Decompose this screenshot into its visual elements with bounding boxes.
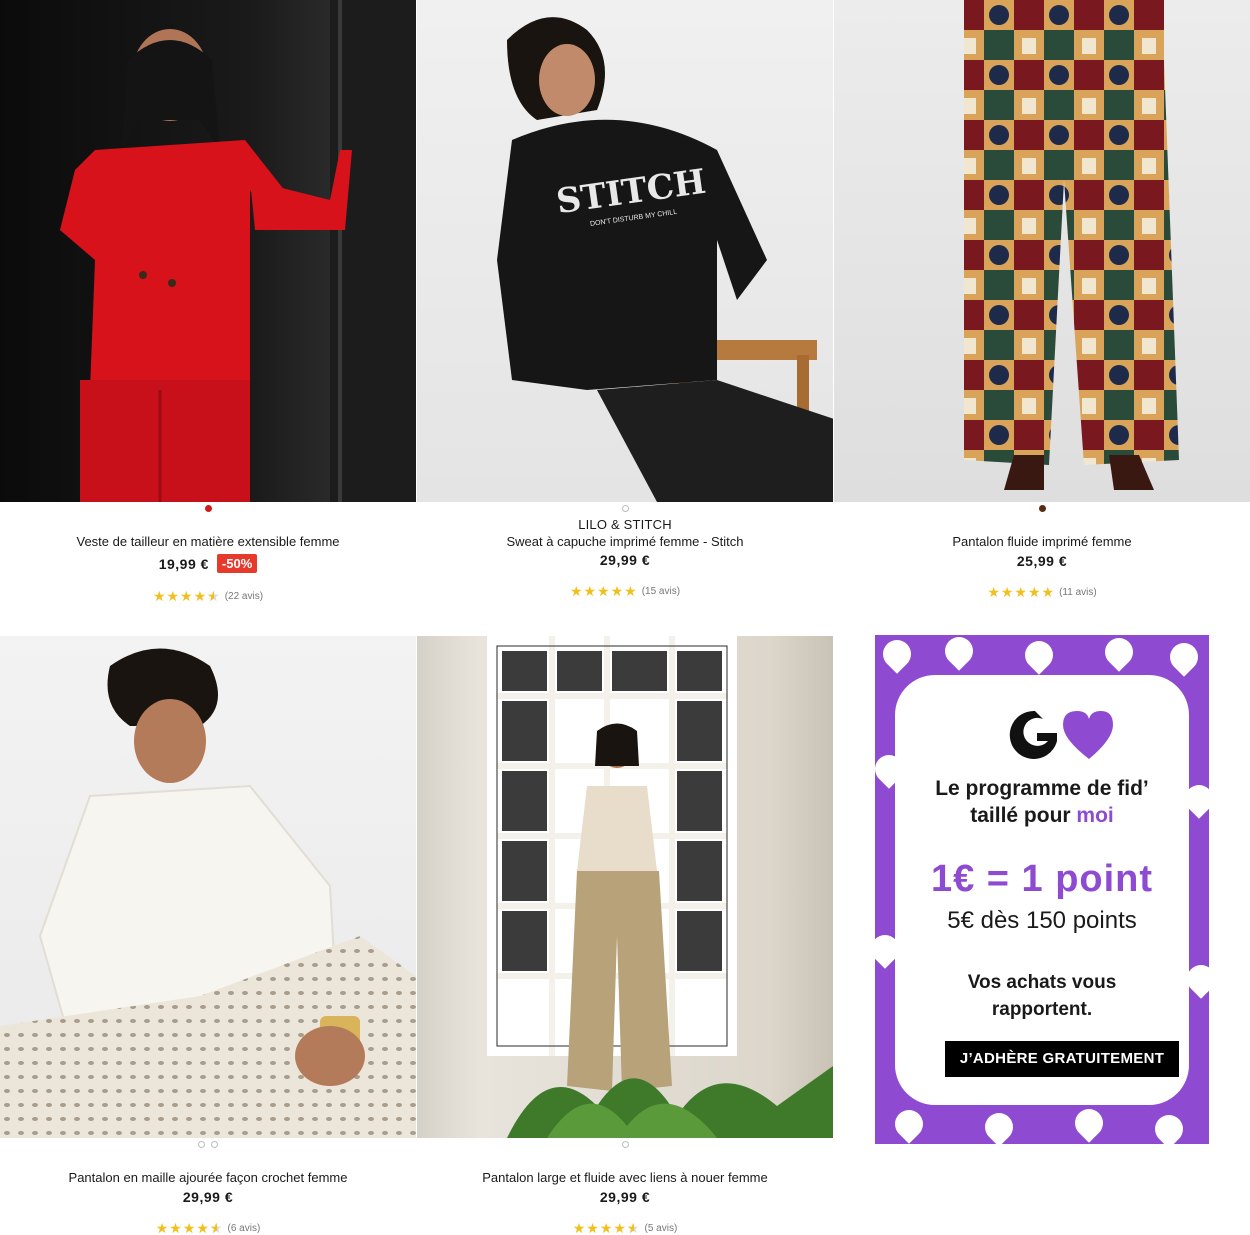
product-photo-illustration bbox=[487, 636, 833, 1138]
loyalty-tagline: Le programme de fid’ taillé pour moi bbox=[895, 775, 1189, 829]
product-image[interactable] bbox=[0, 0, 416, 502]
discount-badge: -50% bbox=[216, 554, 258, 573]
product-image[interactable] bbox=[0, 636, 416, 1138]
earn-line2: rapportent. bbox=[991, 999, 1093, 1020]
rating-stars: ★★★★★ bbox=[156, 1220, 224, 1235]
heart-decoration bbox=[1164, 637, 1204, 677]
tagline-line2-start: taillé pour bbox=[970, 804, 1077, 827]
product-brand[interactable]: LILO & STITCH bbox=[417, 517, 833, 532]
product-rating[interactable]: ★★★★★ (22 avis) bbox=[0, 588, 416, 605]
rating-stars: ★★★★★ bbox=[987, 584, 1056, 600]
heart-decoration bbox=[1149, 1109, 1189, 1144]
earn-message: Vos achats vous rapportent. bbox=[895, 969, 1189, 1023]
product-card[interactable]: Pantalon fluide imprimé femme 25,99 € ★★… bbox=[834, 0, 1250, 600]
tagline-line1: Le programme de fid’ bbox=[935, 777, 1149, 800]
review-count: (11 avis) bbox=[1059, 587, 1097, 598]
loyalty-banner[interactable]: Le programme de fid’ taillé pour moi 1€ … bbox=[875, 635, 1209, 1144]
color-swatch-ecru[interactable] bbox=[211, 1141, 218, 1148]
review-count: (6 avis) bbox=[227, 1223, 261, 1234]
review-count: (15 avis) bbox=[641, 586, 681, 597]
color-swatch-black[interactable] bbox=[621, 505, 629, 512]
points-rate: 1€ = 1 point bbox=[930, 858, 1154, 900]
heart-decoration bbox=[889, 1104, 929, 1144]
color-swatch-red[interactable] bbox=[204, 505, 212, 512]
product-photo-illustration bbox=[60, 0, 416, 502]
product-card[interactable]: Veste de tailleur en matière extensible … bbox=[0, 0, 416, 604]
product-card[interactable]: STITCH DON'T DISTURB MY CHILL LILO & STI… bbox=[417, 0, 833, 599]
heart-decoration bbox=[1099, 635, 1139, 672]
product-price: 29,99 € bbox=[599, 1189, 651, 1205]
product-image[interactable] bbox=[834, 0, 1250, 502]
rating-stars: ★★★★★ bbox=[573, 1220, 641, 1235]
product-card[interactable]: Pantalon large et fluide avec liens à no… bbox=[417, 636, 833, 1235]
heart-decoration bbox=[1019, 635, 1059, 675]
product-name[interactable]: Sweat à capuche imprimé femme - Stitch bbox=[417, 534, 833, 549]
loyalty-logo bbox=[1009, 710, 1113, 759]
product-name[interactable]: Pantalon large et fluide avec liens à no… bbox=[417, 1170, 833, 1185]
earn-line1: Vos achats vous bbox=[967, 972, 1117, 993]
loyalty-card: Le programme de fid’ taillé pour moi 1€ … bbox=[895, 675, 1189, 1105]
product-price: 29,99 € bbox=[599, 552, 651, 568]
rating-stars: ★★★★★ bbox=[569, 583, 638, 599]
product-rating[interactable]: ★★★★★ (11 avis) bbox=[834, 584, 1250, 601]
heart-decoration bbox=[939, 635, 979, 671]
product-rating[interactable]: ★★★★★ (5 avis) bbox=[417, 1220, 833, 1235]
review-count: (5 avis) bbox=[644, 1223, 678, 1234]
product-rating[interactable]: ★★★★★ (6 avis) bbox=[0, 1220, 416, 1235]
product-photo-illustration bbox=[0, 648, 416, 1138]
heart-decoration bbox=[979, 1107, 1019, 1144]
points-reward: 5€ dès 150 points bbox=[947, 907, 1137, 934]
color-swatch-brown[interactable] bbox=[1038, 505, 1046, 512]
product-photo-illustration bbox=[964, 0, 1179, 490]
product-card[interactable]: Pantalon en maille ajourée façon crochet… bbox=[0, 636, 416, 1235]
rating-stars: ★★★★★ bbox=[153, 588, 221, 605]
product-price: 19,99 € bbox=[158, 555, 209, 572]
product-image[interactable]: STITCH DON'T DISTURB MY CHILL bbox=[417, 0, 833, 502]
product-image[interactable] bbox=[417, 636, 833, 1138]
product-price: 29,99 € bbox=[182, 1189, 234, 1205]
review-count: (22 avis) bbox=[224, 591, 264, 602]
tagline-accent: moi bbox=[1076, 804, 1114, 827]
product-rating[interactable]: ★★★★★ (15 avis) bbox=[417, 583, 833, 600]
product-price: 25,99 € bbox=[1016, 553, 1068, 569]
join-free-button[interactable]: J’ADHÈRE GRATUITEMENT bbox=[945, 1041, 1179, 1077]
tagline-line2: taillé pour moi bbox=[895, 802, 1189, 829]
heart-decoration bbox=[1069, 1103, 1109, 1143]
heart-decoration bbox=[877, 635, 917, 674]
product-photo-illustration: STITCH DON'T DISTURB MY CHILL bbox=[497, 17, 833, 502]
product-name[interactable]: Veste de tailleur en matière extensible … bbox=[0, 534, 416, 549]
color-swatch-beige[interactable] bbox=[621, 1141, 629, 1148]
color-swatch-white[interactable] bbox=[198, 1141, 205, 1148]
product-name[interactable]: Pantalon en maille ajourée façon crochet… bbox=[0, 1170, 416, 1185]
product-name[interactable]: Pantalon fluide imprimé femme bbox=[834, 534, 1250, 549]
